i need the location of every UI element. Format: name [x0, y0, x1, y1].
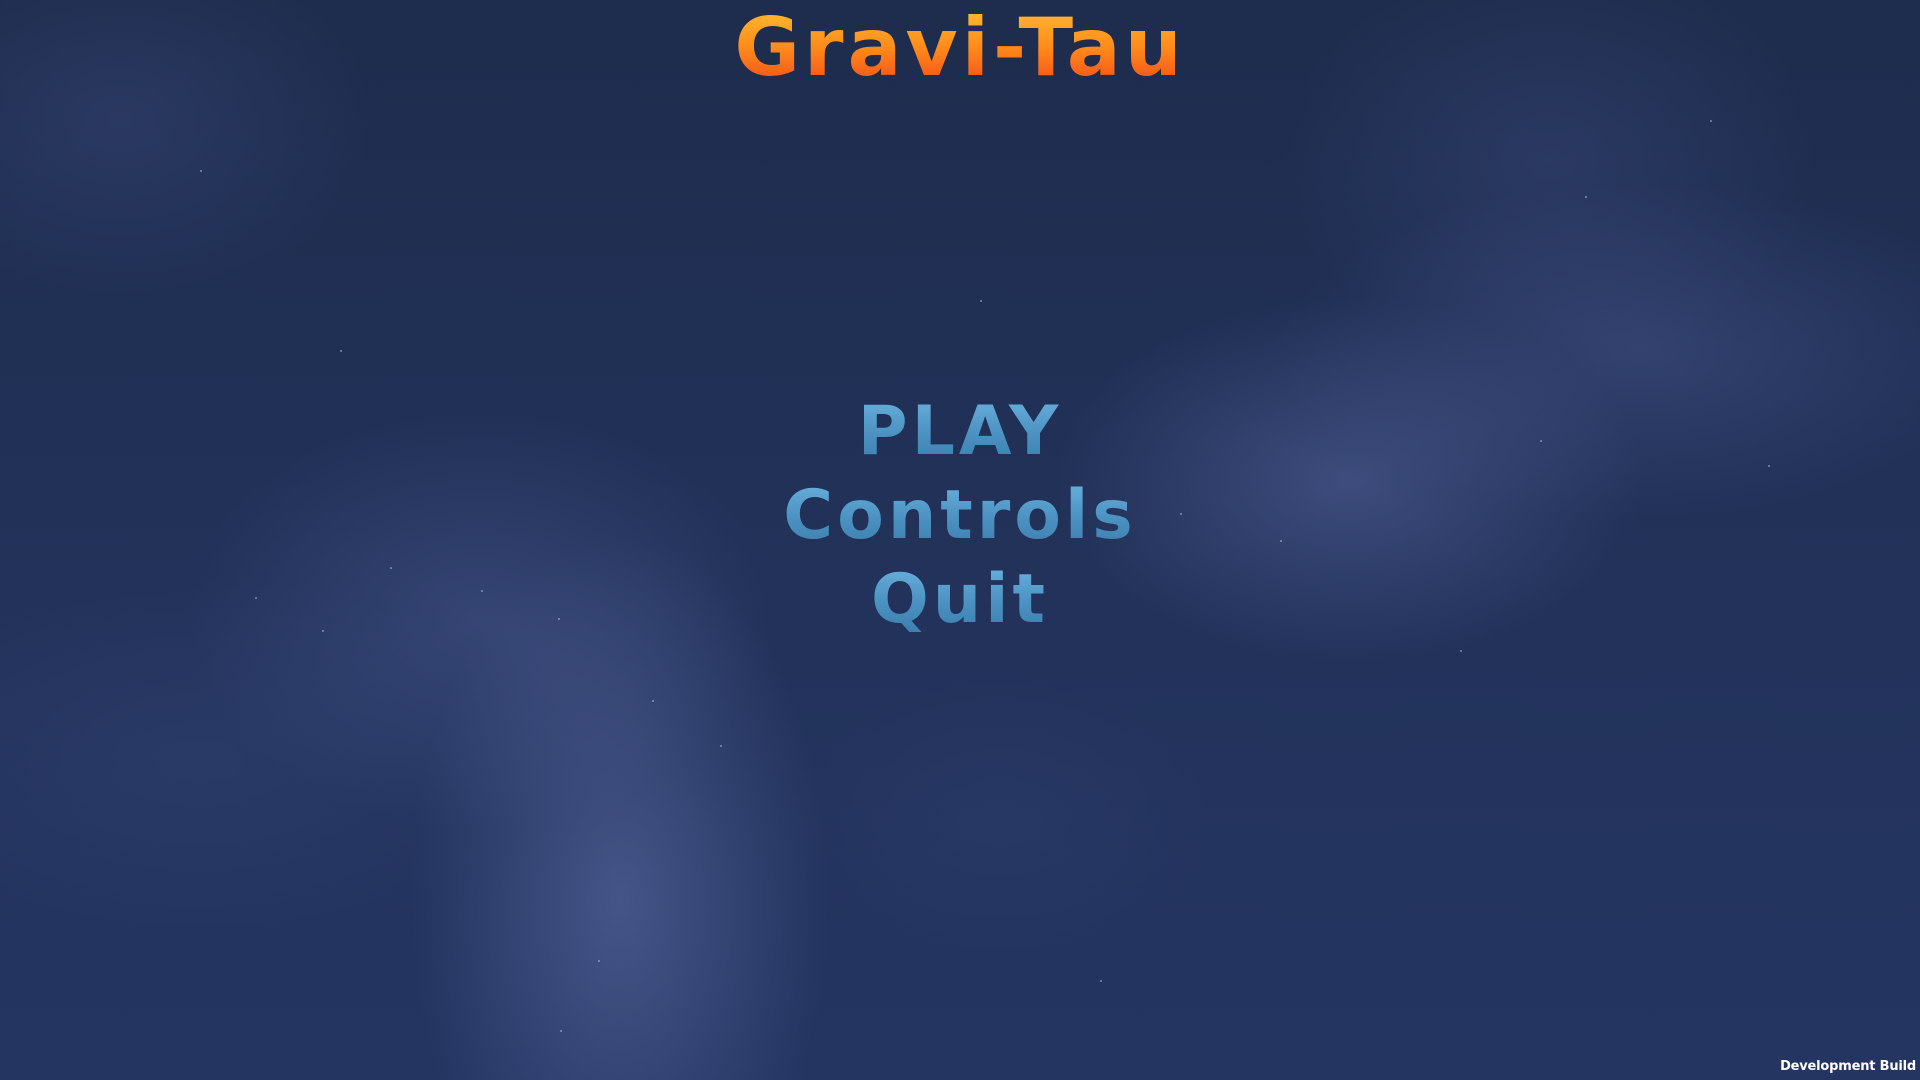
play-button[interactable]: PLAY	[858, 390, 1063, 474]
quit-button[interactable]: Quit	[871, 558, 1049, 642]
game-title: Gravi-Tau	[0, 2, 1920, 94]
development-build-label: Development Build	[1780, 1059, 1916, 1074]
main-menu: PLAY Controls Quit	[0, 390, 1920, 642]
controls-button[interactable]: Controls	[783, 474, 1137, 558]
